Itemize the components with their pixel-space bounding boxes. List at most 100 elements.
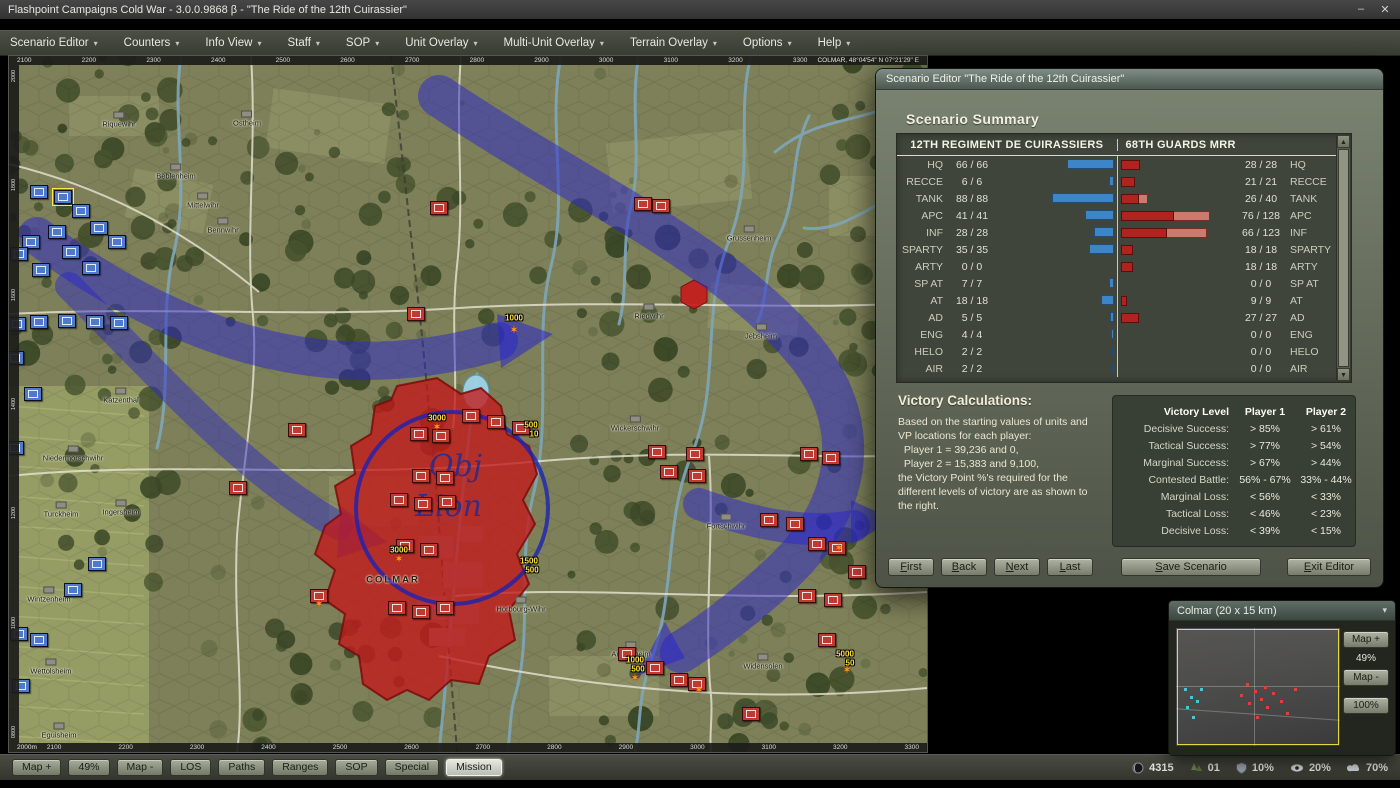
unit-counter-blue[interactable] bbox=[30, 633, 48, 647]
unit-counter-red[interactable] bbox=[487, 415, 505, 429]
map-zoom-level-label[interactable]: 49% bbox=[68, 759, 109, 776]
first-button[interactable]: First bbox=[888, 558, 934, 576]
menu-terrain-overlay[interactable]: Terrain Overlay▾ bbox=[630, 37, 717, 49]
minimap-viewport-frame[interactable] bbox=[1177, 629, 1339, 745]
unit-counter-red[interactable] bbox=[410, 427, 428, 441]
unit-counter-red[interactable] bbox=[646, 661, 664, 675]
unit-counter-red[interactable] bbox=[686, 447, 704, 461]
victory-calculations-heading: Victory Calculations: bbox=[898, 393, 1032, 408]
unit-counter-red[interactable] bbox=[436, 601, 454, 615]
minimap-titlebar[interactable]: Colmar (20 x 15 km) ▾ bbox=[1169, 601, 1395, 621]
player1-threshold: 56% - 67% bbox=[1235, 474, 1295, 486]
save-scenario-button[interactable]: Save Scenario bbox=[1121, 558, 1261, 576]
menu-multi-unit-overlay[interactable]: Multi-Unit Overlay▾ bbox=[504, 37, 604, 49]
map-zoom-out-button[interactable]: Map - bbox=[117, 759, 164, 776]
unit-counter-red[interactable] bbox=[824, 593, 842, 607]
unit-counter-red[interactable] bbox=[288, 423, 306, 437]
unit-counter-red[interactable] bbox=[652, 199, 670, 213]
unit-counter-red[interactable] bbox=[688, 469, 706, 483]
unit-counter-blue[interactable] bbox=[24, 387, 42, 401]
unit-counter-red[interactable] bbox=[414, 497, 432, 511]
player1-threshold: > 77% bbox=[1235, 440, 1295, 452]
menu-options[interactable]: Options▾ bbox=[743, 37, 792, 49]
unit-counter-blue[interactable] bbox=[62, 245, 80, 259]
unit-counter-red[interactable] bbox=[818, 633, 836, 647]
unit-counter-red[interactable] bbox=[430, 201, 448, 215]
minimap-zoom-in-button[interactable]: Map + bbox=[1343, 631, 1389, 648]
player2-strength-value: 0 / 0 bbox=[1232, 329, 1290, 341]
unit-counter-red[interactable] bbox=[670, 673, 688, 687]
victory-level-label: Decisive Success: bbox=[1121, 423, 1235, 435]
menu-help[interactable]: Help▾ bbox=[818, 37, 851, 49]
exit-editor-button[interactable]: Exit Editor bbox=[1287, 558, 1371, 576]
menu-counters[interactable]: Counters▾ bbox=[124, 37, 180, 49]
sop-button[interactable]: SOP bbox=[335, 759, 377, 776]
unit-counter-red[interactable] bbox=[438, 495, 456, 509]
unit-counter-blue[interactable] bbox=[88, 557, 106, 571]
combat-explosion-icon: ✶ bbox=[694, 684, 703, 697]
map-viewport[interactable]: Obj Lion RiquewihrOstheimBeblenheimMitte… bbox=[8, 55, 928, 753]
unit-counter-red[interactable] bbox=[462, 409, 480, 423]
menu-scenario-editor[interactable]: Scenario Editor▾ bbox=[10, 37, 98, 49]
unit-counter-red[interactable] bbox=[800, 447, 818, 461]
minimize-button[interactable]: – bbox=[1354, 3, 1368, 16]
unit-counter-blue[interactable] bbox=[32, 263, 50, 277]
unit-counter-red[interactable] bbox=[420, 543, 438, 557]
unit-counter-red[interactable] bbox=[388, 601, 406, 615]
unit-counter-red[interactable] bbox=[407, 307, 425, 321]
scrollbar-down-button[interactable]: ▼ bbox=[1337, 368, 1350, 381]
los-button[interactable]: LOS bbox=[170, 759, 211, 776]
last-button[interactable]: Last bbox=[1047, 558, 1093, 576]
unit-counter-blue[interactable] bbox=[30, 315, 48, 329]
unit-counter-red[interactable] bbox=[229, 481, 247, 495]
unit-counter-red[interactable] bbox=[390, 493, 408, 507]
unit-counter-blue[interactable] bbox=[86, 315, 104, 329]
minimap-full-zoom-button[interactable]: 100% bbox=[1343, 697, 1389, 714]
unit-counter-blue[interactable] bbox=[64, 583, 82, 597]
map-zoom-in-button[interactable]: Map + bbox=[12, 759, 61, 776]
ruler-top: 2100220023002400250026002700280029003000… bbox=[9, 56, 927, 65]
close-button[interactable]: ✕ bbox=[1378, 3, 1392, 16]
map-toolbar: Map + 49% Map - LOS Paths Ranges SOP Special Mis… bbox=[12, 759, 502, 776]
mission-button[interactable]: Mission bbox=[446, 759, 502, 776]
unit-counter-red[interactable] bbox=[742, 707, 760, 721]
unit-counter-red[interactable] bbox=[808, 537, 826, 551]
unit-counter-red[interactable] bbox=[412, 605, 430, 619]
minimap-zoom-out-button[interactable]: Map - bbox=[1343, 669, 1389, 686]
ranges-button[interactable]: Ranges bbox=[272, 759, 328, 776]
back-button[interactable]: Back bbox=[941, 558, 987, 576]
unit-counter-blue[interactable] bbox=[48, 225, 66, 239]
unit-counter-blue[interactable] bbox=[82, 261, 100, 275]
unit-counter-blue[interactable] bbox=[30, 185, 48, 199]
unit-counter-red[interactable] bbox=[412, 469, 430, 483]
menu-sop[interactable]: SOP▾ bbox=[346, 37, 379, 49]
unit-counter-blue[interactable] bbox=[108, 235, 126, 249]
next-button[interactable]: Next bbox=[994, 558, 1040, 576]
unit-counter-red[interactable] bbox=[436, 471, 454, 485]
dialog-titlebar[interactable]: Scenario Editor "The Ride of the 12th Cu… bbox=[876, 69, 1383, 90]
unit-counter-blue[interactable] bbox=[54, 190, 72, 204]
scrollbar-thumb[interactable] bbox=[1338, 149, 1349, 367]
unit-counter-red[interactable] bbox=[634, 197, 652, 211]
collapse-icon[interactable]: ▾ bbox=[1382, 605, 1387, 616]
unit-counter-red[interactable] bbox=[786, 517, 804, 531]
unit-counter-blue[interactable] bbox=[90, 221, 108, 235]
unit-counter-red[interactable] bbox=[822, 451, 840, 465]
menu-info-view[interactable]: Info View▾ bbox=[205, 37, 261, 49]
unit-counter-red[interactable] bbox=[760, 513, 778, 527]
minimap-canvas[interactable] bbox=[1176, 628, 1340, 746]
unit-counter-blue[interactable] bbox=[110, 316, 128, 330]
unit-counter-blue[interactable] bbox=[72, 204, 90, 218]
unit-counter-red[interactable] bbox=[848, 565, 866, 579]
unit-counter-blue[interactable] bbox=[58, 314, 76, 328]
special-button[interactable]: Special bbox=[385, 759, 439, 776]
menu-staff[interactable]: Staff▾ bbox=[287, 37, 319, 49]
player2-threshold: > 54% bbox=[1295, 440, 1357, 452]
unit-counter-red[interactable] bbox=[648, 445, 666, 459]
menu-unit-overlay[interactable]: Unit Overlay▾ bbox=[405, 37, 477, 49]
unit-counter-red[interactable] bbox=[660, 465, 678, 479]
paths-button[interactable]: Paths bbox=[218, 759, 265, 776]
unit-counter-red[interactable] bbox=[798, 589, 816, 603]
scrollbar[interactable]: ▲ ▼ bbox=[1336, 135, 1350, 381]
scrollbar-up-button[interactable]: ▲ bbox=[1337, 135, 1350, 148]
